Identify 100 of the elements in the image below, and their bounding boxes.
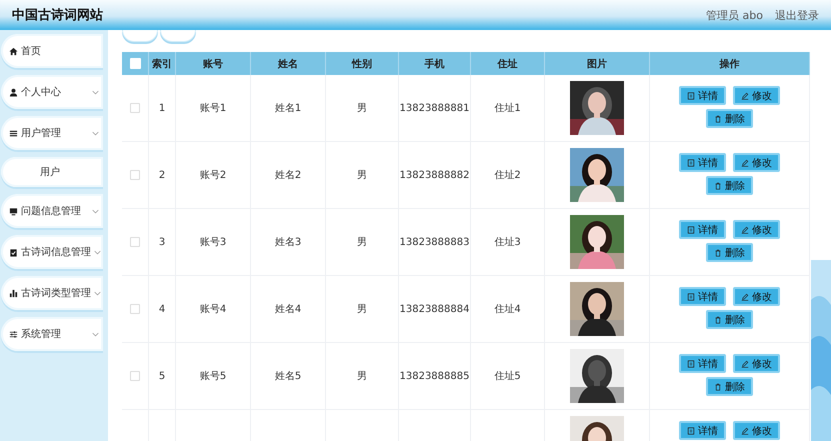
menu-item[interactable]: 问题信息管理 bbox=[1, 194, 103, 228]
menu-item[interactable]: 系统管理 bbox=[1, 317, 103, 351]
trash-icon bbox=[714, 182, 722, 190]
table-cell-text: 账号3 bbox=[200, 236, 226, 249]
column-header: 性别 bbox=[326, 52, 399, 75]
table-cell: 1 bbox=[158, 102, 166, 114]
edit-button[interactable]: 修改 bbox=[733, 153, 780, 172]
edit-button[interactable]: 修改 bbox=[733, 287, 780, 306]
document-icon bbox=[687, 92, 695, 100]
pencil-icon bbox=[741, 92, 749, 100]
home-icon bbox=[9, 46, 18, 56]
delete-button[interactable]: 删除 bbox=[706, 176, 753, 195]
table-cell-text: 姓名1 bbox=[274, 102, 302, 115]
detail-button[interactable]: 详情 bbox=[679, 421, 726, 440]
delete-button[interactable]: 删除 bbox=[706, 377, 753, 396]
column-header: 手机 bbox=[399, 52, 471, 75]
table-cell: 4 bbox=[158, 304, 166, 314]
table-cell: 13823888882 bbox=[400, 170, 470, 180]
menu-label: 古诗词信息管理 bbox=[21, 246, 91, 259]
delete-button[interactable]: 删除 bbox=[706, 310, 753, 329]
table-cell-text: 男 bbox=[357, 102, 367, 115]
clipboard-icon bbox=[9, 248, 18, 256]
row-checkbox[interactable] bbox=[130, 103, 140, 113]
edit-button[interactable]: 修改 bbox=[733, 421, 780, 440]
document-icon bbox=[687, 426, 695, 434]
detail-button[interactable]: 详情 bbox=[679, 354, 726, 373]
select-all-checkbox[interactable] bbox=[130, 58, 140, 69]
menu-item[interactable]: 古诗词信息管理 bbox=[1, 235, 103, 269]
column-header: 账号 bbox=[176, 52, 251, 75]
table-cell-text: 男 bbox=[357, 236, 367, 249]
table-cell: 13823888881 bbox=[400, 102, 470, 114]
detail-button[interactable]: 详情 bbox=[679, 86, 726, 105]
pencil-icon bbox=[741, 360, 749, 368]
table-cell-text: 姓名5 bbox=[274, 370, 302, 383]
menu-item[interactable]: 个人中心 bbox=[1, 75, 103, 109]
table-cell-text: 账号1 bbox=[200, 102, 226, 115]
row-checkbox[interactable] bbox=[130, 170, 140, 180]
menu-label: 首页 bbox=[21, 45, 42, 58]
site-title: 中国古诗词网站 bbox=[12, 7, 103, 24]
table-cell: 13823888884 bbox=[400, 304, 470, 314]
table-cell-text: 姓名3 bbox=[274, 236, 302, 249]
table-cell-text: 男 bbox=[357, 169, 367, 182]
column-header: 索引 bbox=[149, 52, 176, 75]
delete-button[interactable]: 删除 bbox=[706, 109, 753, 128]
table-cell: 3 bbox=[158, 236, 166, 248]
table-cell-text: 姓名2 bbox=[274, 169, 302, 182]
person-icon bbox=[9, 88, 18, 96]
menu-item[interactable]: 古诗词类型管理 bbox=[1, 276, 103, 310]
menu-label: 个人中心 bbox=[21, 86, 62, 99]
table-cell-text: 住址3 bbox=[494, 236, 521, 249]
table-cell-text: 账号2 bbox=[200, 168, 226, 182]
table-cell: 5 bbox=[158, 370, 166, 382]
trash-icon bbox=[714, 316, 722, 324]
detail-button[interactable]: 详情 bbox=[679, 153, 726, 172]
table-cell: 2 bbox=[158, 170, 166, 180]
submenu-item[interactable]: 用户 bbox=[1, 157, 103, 187]
table-cell: 13823888883 bbox=[400, 236, 470, 248]
menu-icon bbox=[9, 128, 18, 138]
menu-item[interactable]: 首页 bbox=[1, 34, 103, 68]
menu-label: 用户管理 bbox=[21, 126, 62, 140]
admin-label: 管理员 abo bbox=[706, 8, 763, 22]
monitor-icon bbox=[9, 206, 18, 216]
detail-button[interactable]: 详情 bbox=[679, 287, 726, 306]
row-checkbox[interactable] bbox=[130, 237, 140, 247]
table-cell-text: 住址2 bbox=[494, 168, 521, 182]
bar-chart-icon bbox=[9, 288, 18, 298]
delete-button[interactable]: 删除 bbox=[706, 243, 753, 262]
pencil-icon bbox=[741, 292, 749, 300]
column-header: 操作 bbox=[650, 52, 810, 75]
edit-button[interactable]: 修改 bbox=[733, 86, 780, 105]
logout-link[interactable]: 退出登录 bbox=[775, 8, 819, 22]
column-header: 姓名 bbox=[251, 52, 326, 75]
menu-label: 古诗词类型管理 bbox=[21, 286, 91, 300]
trash-icon bbox=[714, 114, 722, 122]
row-checkbox[interactable] bbox=[130, 371, 140, 381]
column-header: 住址 bbox=[471, 52, 545, 75]
document-icon bbox=[687, 158, 695, 166]
sliders-icon bbox=[9, 330, 18, 338]
toolbar-button[interactable] bbox=[160, 30, 196, 42]
row-checkbox[interactable] bbox=[130, 304, 140, 314]
table-cell: 13823888885 bbox=[400, 370, 470, 382]
pencil-icon bbox=[741, 226, 749, 234]
trash-icon bbox=[714, 382, 722, 390]
table-cell-text: 男 bbox=[357, 370, 367, 383]
document-icon bbox=[687, 292, 695, 300]
detail-button[interactable]: 详情 bbox=[679, 220, 726, 239]
edit-button[interactable]: 修改 bbox=[733, 220, 780, 239]
table-cell-text: 账号4 bbox=[200, 302, 226, 316]
pencil-icon bbox=[741, 426, 749, 434]
column-header: 图片 bbox=[545, 52, 650, 75]
edit-button[interactable]: 修改 bbox=[733, 354, 780, 373]
table-cell-text: 姓名4 bbox=[274, 303, 302, 316]
trash-icon bbox=[714, 248, 722, 256]
menu-item[interactable]: 用户管理 bbox=[1, 116, 103, 150]
table-cell-text: 男 bbox=[357, 303, 367, 316]
table-cell-text: 账号5 bbox=[200, 370, 226, 383]
toolbar-button[interactable] bbox=[122, 30, 158, 42]
pencil-icon bbox=[741, 158, 749, 166]
document-icon bbox=[687, 360, 695, 368]
menu-label: 问题信息管理 bbox=[21, 204, 82, 218]
